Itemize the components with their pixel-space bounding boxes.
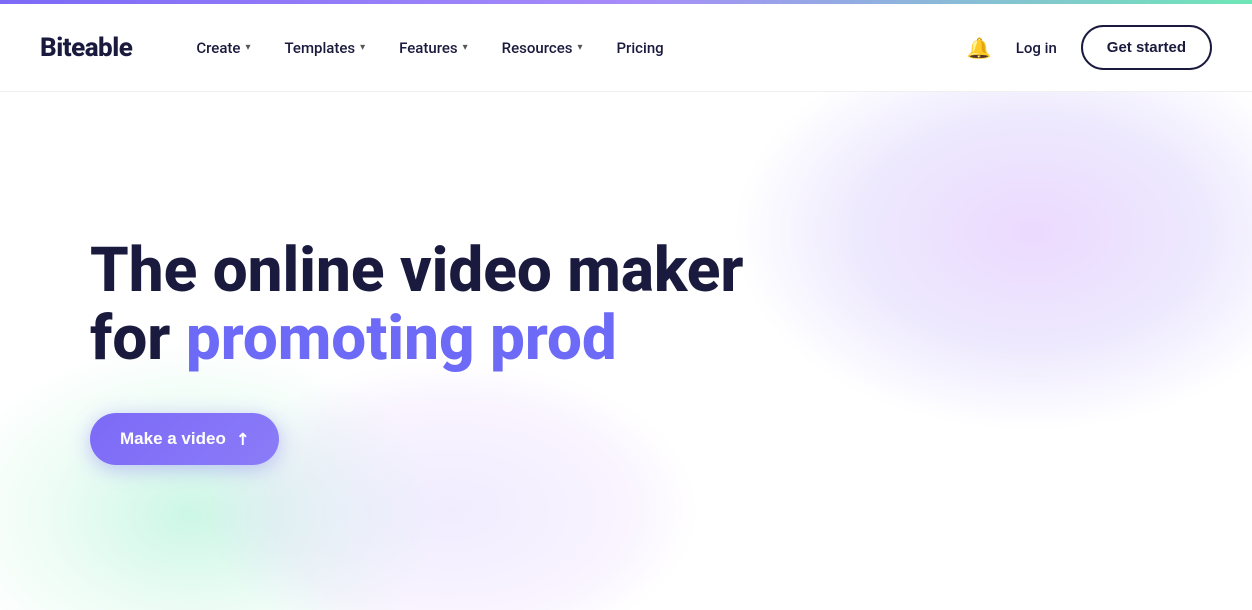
chevron-down-icon: ▾	[360, 42, 365, 53]
logo[interactable]: Biteable	[40, 33, 132, 63]
hero-content: The online video maker for promoting pro…	[0, 237, 744, 465]
hero-title-line1: The online video maker	[90, 234, 744, 307]
nav-item-create-label: Create	[196, 39, 240, 57]
hero-title: The online video maker for promoting pro…	[90, 237, 744, 373]
login-link[interactable]: Log in	[1016, 39, 1057, 57]
hero-title-line2-prefix: for	[90, 302, 186, 375]
nav-item-pricing[interactable]: Pricing	[602, 31, 677, 65]
background-blob-top-right	[732, 92, 1252, 432]
chevron-down-icon: ▾	[463, 42, 468, 53]
nav-item-resources[interactable]: Resources ▾	[488, 31, 597, 65]
notification-bell-icon[interactable]: 🔔	[967, 36, 992, 60]
navbar: Biteable Create ▾ Templates ▾ Features ▾…	[0, 4, 1252, 92]
nav-links: Create ▾ Templates ▾ Features ▾ Resource…	[182, 31, 967, 65]
nav-item-create[interactable]: Create ▾	[182, 31, 264, 65]
get-started-button[interactable]: Get started	[1081, 25, 1212, 70]
chevron-down-icon: ▾	[577, 42, 582, 53]
nav-item-resources-label: Resources	[502, 39, 573, 57]
nav-item-features[interactable]: Features ▾	[385, 31, 482, 65]
make-video-label: Make a video	[120, 429, 226, 449]
nav-item-features-label: Features	[399, 39, 457, 57]
nav-item-pricing-label: Pricing	[616, 39, 663, 57]
nav-item-templates-label: Templates	[284, 39, 355, 57]
nav-right: 🔔 Log in Get started	[967, 25, 1212, 70]
hero-section: The online video maker for promoting pro…	[0, 92, 1252, 610]
make-video-button[interactable]: Make a video ↗	[90, 413, 279, 465]
hero-title-highlight: promoting prod	[186, 302, 617, 375]
chevron-down-icon: ▾	[245, 42, 250, 53]
nav-item-templates[interactable]: Templates ▾	[270, 31, 379, 65]
arrow-icon: ↗	[231, 427, 255, 451]
